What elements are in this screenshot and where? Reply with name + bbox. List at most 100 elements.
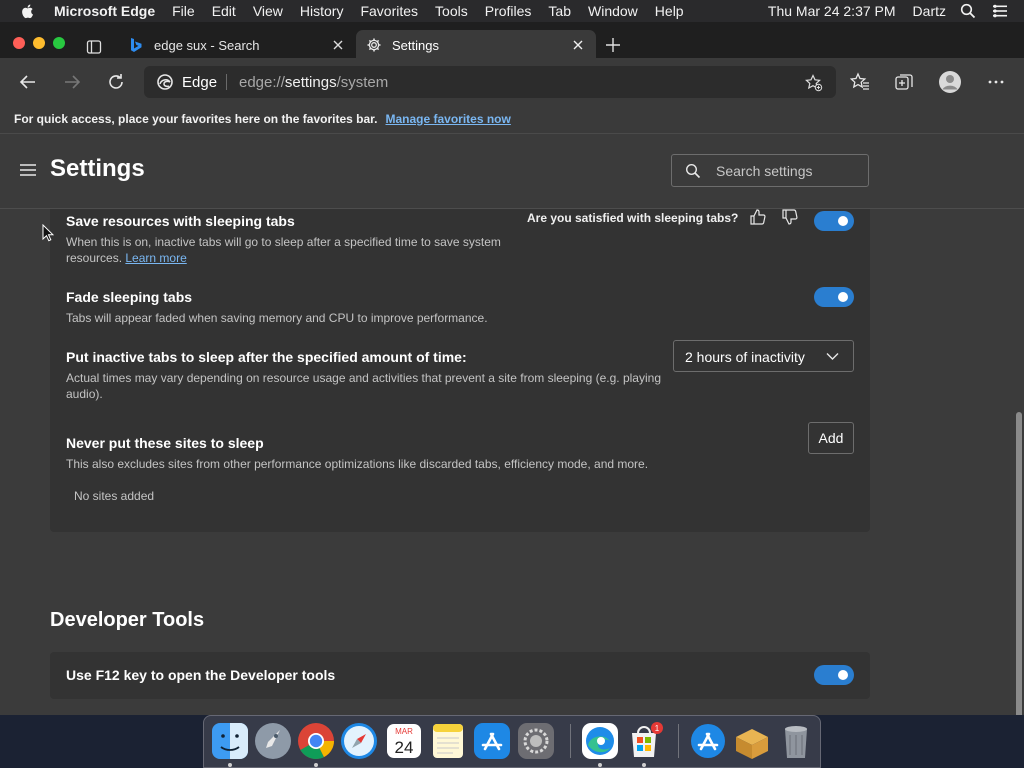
- fade-tabs-toggle[interactable]: [814, 287, 854, 307]
- control-center-icon[interactable]: [992, 3, 1008, 19]
- f12-setting-title: Use F12 key to open the Developer tools: [66, 667, 336, 683]
- tab-strip: edge sux - Search Settings: [0, 22, 1024, 60]
- search-icon: [685, 163, 701, 179]
- chevron-down-icon: [826, 353, 839, 360]
- tab-title: edge sux - Search: [154, 37, 260, 53]
- address-divider: [226, 74, 227, 90]
- favorites-bar: For quick access, place your favorites h…: [0, 104, 1024, 134]
- menu-history[interactable]: History: [300, 3, 344, 19]
- running-indicator: [314, 763, 318, 767]
- fade-tabs-description: Tabs will appear faded when saving memor…: [66, 311, 488, 325]
- apple-icon[interactable]: [20, 3, 36, 19]
- close-icon[interactable]: [332, 39, 344, 51]
- back-arrow-icon[interactable]: [18, 72, 38, 92]
- settings-header: Settings: [0, 134, 1024, 209]
- tab-settings[interactable]: Settings: [356, 30, 596, 60]
- page-title: Settings: [50, 155, 145, 182]
- archive-utility-icon[interactable]: [732, 721, 772, 761]
- window-zoom-button[interactable]: [53, 37, 65, 49]
- app-store-icon[interactable]: [472, 721, 512, 761]
- toggle-knob: [838, 292, 848, 302]
- forward-arrow-icon[interactable]: [62, 72, 82, 92]
- sleep-timer-title: Put inactive tabs to sleep after the spe…: [66, 349, 467, 365]
- scrollbar-thumb[interactable]: [1016, 412, 1022, 715]
- favorites-bar-message: For quick access, place your favorites h…: [14, 111, 378, 126]
- menu-favorites[interactable]: Favorites: [360, 3, 418, 19]
- hamburger-menu-icon[interactable]: [19, 162, 37, 178]
- system-preferences-icon[interactable]: [516, 721, 556, 761]
- menu-edit[interactable]: Edit: [212, 3, 236, 19]
- collections-icon[interactable]: [894, 72, 914, 92]
- tab-actions-icon[interactable]: [86, 39, 102, 55]
- running-indicator: [642, 763, 646, 767]
- notes-icon[interactable]: [428, 721, 468, 761]
- menu-help[interactable]: Help: [655, 3, 684, 19]
- edge-logo-icon: [157, 74, 173, 90]
- menu-app-name[interactable]: Microsoft Edge: [54, 3, 155, 19]
- more-menu-icon[interactable]: [986, 72, 1006, 92]
- refresh-icon[interactable]: [106, 72, 126, 92]
- tab-search[interactable]: edge sux - Search: [118, 30, 356, 60]
- profile-avatar-icon[interactable]: [938, 70, 962, 94]
- thumbs-up-icon[interactable]: [749, 209, 767, 226]
- edge-icon[interactable]: [580, 721, 620, 761]
- never-sleep-title: Never put these sites to sleep: [66, 435, 264, 451]
- favorites-icon[interactable]: [850, 72, 870, 92]
- fade-tabs-title: Fade sleeping tabs: [66, 289, 193, 305]
- bing-icon: [131, 38, 142, 52]
- dropdown-value: 2 hours of inactivity: [685, 349, 805, 365]
- browser-window: edge sux - Search Settings Edge edge://s…: [0, 22, 1024, 715]
- svg-text:MAR: MAR: [395, 727, 413, 736]
- macos-menu-bar: Microsoft Edge File Edit View History Fa…: [0, 0, 1024, 22]
- developer-tools-card: Use F12 key to open the Developer tools: [50, 652, 870, 699]
- sleep-timer-dropdown[interactable]: 2 hours of inactivity: [673, 340, 854, 372]
- calendar-icon[interactable]: MAR 24: [384, 721, 424, 761]
- dock-separator: [678, 724, 679, 758]
- menu-file[interactable]: File: [172, 3, 195, 19]
- svg-text:1: 1: [655, 724, 660, 733]
- new-tab-plus-icon[interactable]: [605, 37, 621, 53]
- learn-more-link[interactable]: Learn more: [125, 251, 186, 265]
- add-site-button[interactable]: Add: [808, 422, 854, 454]
- search-input[interactable]: [716, 162, 856, 180]
- microsoft-store-icon[interactable]: 1: [624, 721, 664, 761]
- finder-icon[interactable]: [210, 721, 250, 761]
- menubar-clock[interactable]: Thu Mar 24 2:37 PM: [768, 3, 896, 19]
- sleep-timer-description: Actual times may vary depending on resou…: [66, 371, 661, 401]
- settings-search-box[interactable]: [671, 154, 869, 187]
- manage-favorites-link[interactable]: Manage favorites now: [385, 112, 510, 126]
- safari-icon[interactable]: [339, 721, 379, 761]
- app-store-download-icon[interactable]: [688, 721, 728, 761]
- window-minimize-button[interactable]: [33, 37, 45, 49]
- url-text[interactable]: edge://settings/system: [239, 74, 388, 91]
- running-indicator: [598, 763, 602, 767]
- menu-tools[interactable]: Tools: [435, 3, 468, 19]
- window-close-button[interactable]: [13, 37, 25, 49]
- menubar-user[interactable]: Dartz: [913, 3, 946, 19]
- sleeping-tabs-description: When this is on, inactive tabs will go t…: [66, 235, 501, 265]
- sleeping-tabs-card: Save resources with sleeping tabs Are yo…: [50, 209, 870, 532]
- developer-tools-heading: Developer Tools: [50, 609, 205, 631]
- trash-icon[interactable]: [776, 721, 816, 761]
- address-brand: Edge: [182, 74, 218, 91]
- never-sleep-description: This also excludes sites from other perf…: [66, 457, 649, 471]
- gear-icon: [367, 38, 381, 52]
- sleeping-tabs-title: Save resources with sleeping tabs: [66, 213, 295, 229]
- mouse-cursor-icon: [42, 224, 54, 242]
- address-bar[interactable]: Edge edge://settings/system: [144, 66, 836, 98]
- chrome-icon[interactable]: [296, 721, 336, 761]
- menu-tab[interactable]: Tab: [548, 3, 571, 19]
- menu-profiles[interactable]: Profiles: [485, 3, 532, 19]
- launchpad-icon[interactable]: [253, 721, 293, 761]
- menu-window[interactable]: Window: [588, 3, 638, 19]
- sleeping-tabs-toggle[interactable]: [814, 211, 854, 231]
- thumbs-down-icon[interactable]: [781, 209, 799, 226]
- toggle-knob: [838, 216, 848, 226]
- empty-sites-text: No sites added: [74, 489, 155, 503]
- settings-content: Save resources with sleeping tabs Are yo…: [0, 209, 1024, 715]
- spotlight-search-icon[interactable]: [960, 3, 976, 19]
- add-favorite-star-icon[interactable]: [805, 74, 823, 92]
- menu-view[interactable]: View: [253, 3, 283, 19]
- close-icon[interactable]: [572, 39, 584, 51]
- f12-toggle[interactable]: [814, 665, 854, 685]
